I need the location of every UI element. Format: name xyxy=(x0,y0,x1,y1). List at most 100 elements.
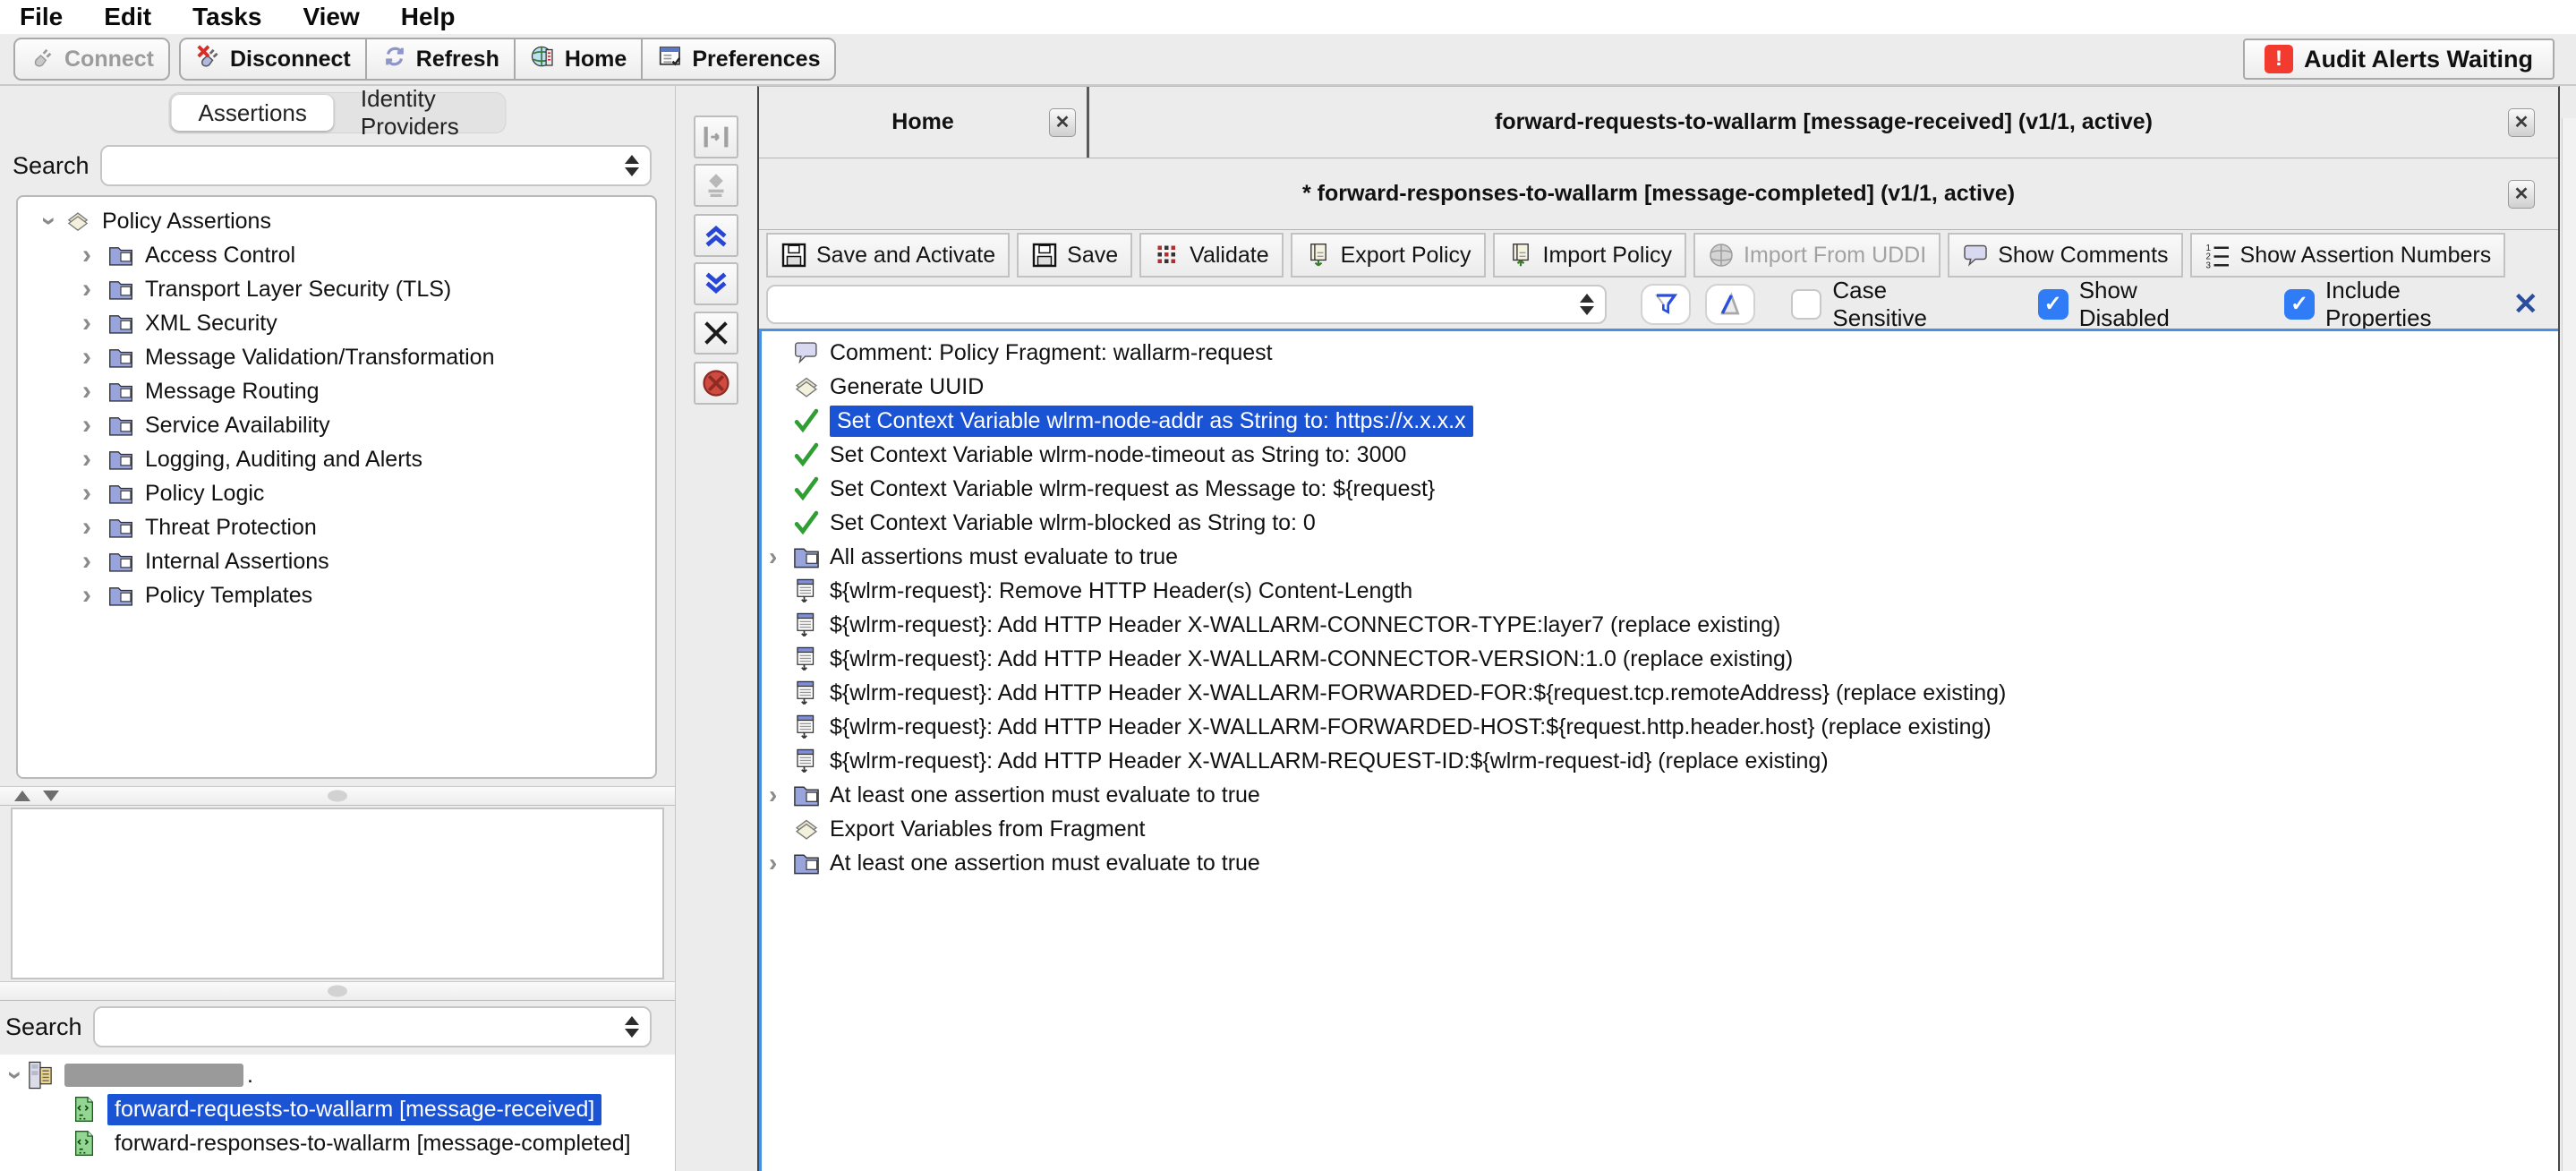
chevron-right-icon[interactable]: › xyxy=(82,582,91,609)
import-policy-button[interactable]: Import Policy xyxy=(1493,233,1686,278)
save-button[interactable]: Save xyxy=(1017,233,1132,278)
policy-group-row[interactable]: › All assertions must evaluate to true xyxy=(762,540,2558,574)
policy-row[interactable]: Comment: Policy Fragment: wallarm-reques… xyxy=(762,336,2558,370)
tree-item-label: Message Routing xyxy=(145,379,320,405)
close-icon[interactable]: ✕ xyxy=(1049,108,1076,137)
chevron-right-icon[interactable]: › xyxy=(769,781,792,809)
chevron-right-icon[interactable]: › xyxy=(82,242,91,269)
service-item[interactable]: forward-responses-to-wallarm [message-co… xyxy=(0,1126,675,1160)
tree-item-label: Policy Logic xyxy=(145,481,264,507)
filter-button[interactable] xyxy=(1641,284,1691,325)
tab-forward-requests[interactable]: forward-requests-to-wallarm [message-rec… xyxy=(1089,87,2558,158)
service-search-input[interactable] xyxy=(93,1006,652,1047)
close-icon[interactable]: ✕ xyxy=(2508,180,2535,209)
disconnect-icon xyxy=(195,43,222,76)
tree-item[interactable]: › Message Routing xyxy=(18,374,655,408)
policy-group-row[interactable]: › At least one assertion must evaluate t… xyxy=(762,778,2558,812)
refresh-button[interactable]: Refresh xyxy=(365,38,514,81)
splitter-horizontal[interactable] xyxy=(0,786,675,806)
policy-filter-row: Case Sensitive ✓ Show Disabled ✓ Include… xyxy=(759,280,2558,328)
tree-item[interactable]: ›Threat Protection xyxy=(18,510,655,544)
tree-item[interactable]: ›XML Security xyxy=(18,306,655,340)
policy-row[interactable]: Set Context Variable wlrm-request as Mes… xyxy=(762,472,2558,506)
home-icon xyxy=(530,43,557,76)
home-button[interactable]: Home xyxy=(514,38,641,81)
tab-forward-responses[interactable]: * forward-responses-to-wallarm [message-… xyxy=(759,158,2558,230)
tree-item[interactable]: ›Transport Layer Security (TLS) xyxy=(18,272,655,306)
tab-identity-providers[interactable]: Identity Providers xyxy=(334,95,504,131)
chevron-right-icon[interactable]: › xyxy=(769,849,792,877)
splitter-arrows-icon[interactable] xyxy=(14,791,59,801)
preferences-button[interactable]: Preferences xyxy=(641,38,836,81)
case-sensitive-checkbox[interactable] xyxy=(1791,289,1821,320)
policy-row[interactable]: ${wlrm-request}: Remove HTTP Header(s) C… xyxy=(762,574,2558,608)
scrollbar-track[interactable] xyxy=(2562,118,2576,1171)
tree-item[interactable]: ›Service Availability xyxy=(18,408,655,442)
include-properties-checkbox[interactable]: ✓ xyxy=(2284,289,2315,320)
chevron-right-icon[interactable]: › xyxy=(82,344,91,371)
chevron-right-icon[interactable]: › xyxy=(82,446,91,473)
tab-home[interactable]: Home ✕ xyxy=(759,87,1087,158)
show-comments-button[interactable]: Show Comments xyxy=(1948,233,2182,278)
policy-group-row[interactable]: › At least one assertion must evaluate t… xyxy=(762,846,2558,880)
tree-item[interactable]: › Policy Logic xyxy=(18,476,655,510)
tree-item[interactable]: ›Message Validation/Transformation xyxy=(18,340,655,374)
show-assertion-numbers-button[interactable]: 123 Show Assertion Numbers xyxy=(2190,233,2506,278)
menu-view[interactable]: View xyxy=(303,3,359,31)
chevron-right-icon[interactable]: › xyxy=(82,276,91,303)
chevron-right-icon[interactable]: › xyxy=(82,412,91,439)
audit-alerts-button[interactable]: ! Audit Alerts Waiting xyxy=(2243,38,2555,80)
policy-row[interactable]: ${wlrm-request}: Add HTTP Header X-WALLA… xyxy=(762,710,2558,744)
assertion-search-input[interactable] xyxy=(100,145,652,186)
delete-assertion-button[interactable] xyxy=(694,312,738,355)
policy-row[interactable]: Export Variables from Fragment xyxy=(762,812,2558,846)
disconnect-button[interactable]: Disconnect xyxy=(179,38,365,81)
service-item[interactable]: forward-requests-to-wallarm [message-rec… xyxy=(0,1092,675,1126)
menu-edit[interactable]: Edit xyxy=(104,3,151,31)
tree-item-gateway[interactable]: › . xyxy=(0,1058,675,1092)
sort-button[interactable] xyxy=(1705,284,1755,325)
policy-row[interactable]: ${wlrm-request}: Add HTTP Header X-WALLA… xyxy=(762,642,2558,676)
validate-button[interactable]: Validate xyxy=(1139,233,1284,278)
policy-search-input[interactable] xyxy=(766,285,1607,324)
save-and-activate-button[interactable]: Save and Activate xyxy=(766,233,1010,278)
tree-item[interactable]: ›Internal Assertions xyxy=(18,544,655,578)
disable-assertion-button[interactable] xyxy=(694,362,738,405)
tree-item[interactable]: ›Policy Templates xyxy=(18,578,655,612)
chevron-right-icon[interactable]: › xyxy=(82,480,91,507)
tree-item-policy-assertions[interactable]: › Policy Assertions xyxy=(18,204,655,238)
tab-assertions[interactable]: Assertions xyxy=(172,95,334,131)
combo-spinner-icon[interactable] xyxy=(625,1016,639,1038)
tree-item[interactable]: ›Access Control xyxy=(18,238,655,272)
combo-spinner-icon[interactable] xyxy=(625,155,639,176)
chevron-down-icon[interactable]: › xyxy=(36,217,63,226)
splitter-horizontal[interactable] xyxy=(0,981,675,1001)
move-assertion-down-button[interactable] xyxy=(694,262,738,305)
folder-icon xyxy=(107,379,134,404)
policy-row[interactable]: ${wlrm-request}: Add HTTP Header X-WALLA… xyxy=(762,744,2558,778)
export-policy-button[interactable]: Export Policy xyxy=(1291,233,1486,278)
chevron-down-icon[interactable]: › xyxy=(2,1071,29,1080)
policy-row[interactable]: ${wlrm-request}: Add HTTP Header X-WALLA… xyxy=(762,608,2558,642)
combo-spinner-icon[interactable] xyxy=(1580,294,1594,315)
move-assertion-up-button[interactable] xyxy=(694,214,738,257)
menu-tasks[interactable]: Tasks xyxy=(192,3,261,31)
splitter-grip[interactable] xyxy=(328,791,347,802)
menu-help[interactable]: Help xyxy=(401,3,456,31)
chevron-right-icon[interactable]: › xyxy=(82,378,91,405)
policy-row-selected[interactable]: Set Context Variable wlrm-node-addr as S… xyxy=(762,404,2558,438)
policy-row[interactable]: Generate UUID xyxy=(762,370,2558,404)
policy-row[interactable]: Set Context Variable wlrm-node-timeout a… xyxy=(762,438,2558,472)
policy-row[interactable]: Set Context Variable wlrm-blocked as Str… xyxy=(762,506,2558,540)
tree-item[interactable]: ›Logging, Auditing and Alerts xyxy=(18,442,655,476)
menu-file[interactable]: File xyxy=(20,3,63,31)
show-disabled-checkbox[interactable]: ✓ xyxy=(2038,289,2068,320)
chevron-right-icon[interactable]: › xyxy=(82,514,91,541)
policy-row[interactable]: ${wlrm-request}: Add HTTP Header X-WALLA… xyxy=(762,676,2558,710)
splitter-grip[interactable] xyxy=(328,986,347,997)
clear-filter-icon[interactable]: ✕ xyxy=(2513,286,2539,322)
chevron-right-icon[interactable]: › xyxy=(82,310,91,337)
chevron-right-icon[interactable]: › xyxy=(769,543,792,571)
close-icon[interactable]: ✕ xyxy=(2508,108,2535,137)
chevron-right-icon[interactable]: › xyxy=(82,548,91,575)
